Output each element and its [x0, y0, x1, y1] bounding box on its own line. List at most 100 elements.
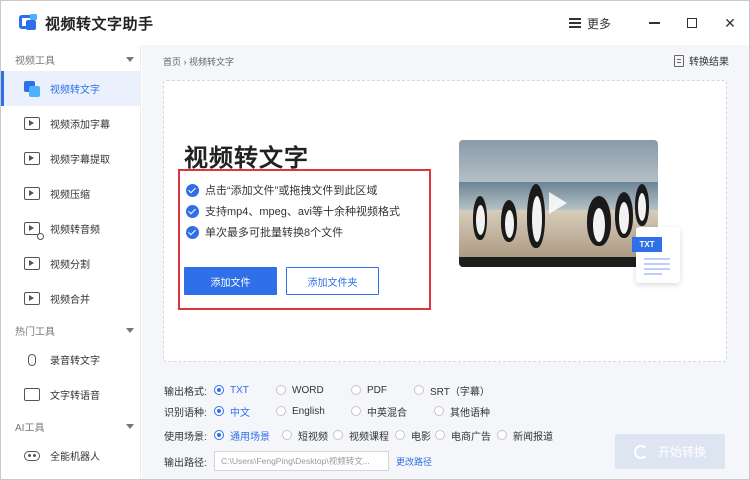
sidebar-item-add-subtitles[interactable]: 视频添加字幕: [1, 106, 140, 141]
app-logo-icon: [19, 14, 37, 32]
video-to-audio-icon: [23, 221, 44, 240]
option-text: PDF: [367, 384, 387, 396]
sidebar-item-split[interactable]: 视频分割: [1, 246, 140, 281]
sidebar-group-label: 热门工具: [15, 326, 55, 338]
microphone-icon-shape: [28, 353, 36, 366]
maximize-button[interactable]: [673, 1, 711, 45]
merge-icon-frame: [24, 292, 40, 305]
collapse-triangle-icon: [126, 423, 134, 429]
option-text: English: [292, 405, 325, 417]
sidebar-item-audio-to-text[interactable]: 录音转文字: [1, 342, 140, 377]
conversion-results-link[interactable]: 转换结果: [674, 53, 729, 68]
option-text: 通用场景: [230, 431, 270, 443]
collapse-triangle-icon: [126, 56, 134, 62]
option-text: 短视频: [298, 431, 328, 443]
language-option-english[interactable]: English: [276, 406, 351, 417]
format-option-srt[interactable]: SRT（字幕）: [414, 383, 490, 398]
robot-icon-shape: [24, 450, 40, 461]
sidebar-item-label: 文字转语音: [50, 391, 100, 402]
add-subtitles-icon-frame: [24, 117, 40, 130]
sidebar-item-label: 视频字幕提取: [50, 155, 110, 166]
output-path-label: 输出路径:: [164, 457, 207, 469]
format-option-txt[interactable]: TXT: [214, 385, 276, 396]
text-to-speech-icon-frame: [24, 388, 40, 401]
title-bar: 视频转文字助手 更多 ✕: [1, 1, 749, 45]
sidebar-group-label: 视频工具: [15, 55, 55, 67]
main-panel: 首页 › 视频转文字 转换结果 视频转文字 点击“添加文件”或拖拽文件到此区域 …: [142, 45, 749, 479]
sidebar-item-label: 录音转文字: [50, 356, 100, 367]
scene-label: 使用场景:: [164, 431, 207, 443]
sidebar-item-merge[interactable]: 视频合并: [1, 281, 140, 316]
txt-badge: TXT: [632, 237, 662, 252]
scene-option-general[interactable]: 通用场景: [214, 428, 282, 443]
feature-text: 点击“添加文件”或拖拽文件到此区域: [205, 185, 378, 197]
sidebar-item-text-to-speech[interactable]: 文字转语音: [1, 377, 140, 412]
breadcrumb: 首页 › 视频转文字: [163, 57, 234, 67]
merge-icon: [23, 291, 41, 307]
sidebar-group-label: AI工具: [15, 422, 45, 434]
option-text: 视频课程: [349, 431, 389, 443]
feature-item: 单次最多可批量转换8个文件: [186, 224, 343, 240]
language-option-chinese[interactable]: 中文: [214, 404, 276, 419]
compress-icon: [23, 186, 41, 202]
format-option-word[interactable]: WORD: [276, 385, 351, 396]
minimize-button[interactable]: [635, 1, 673, 45]
output-path-input[interactable]: C:\Users\FengPing\Desktop\视频转文...: [214, 451, 389, 471]
option-text: 其他语种: [450, 407, 490, 419]
more-menu-button[interactable]: 更多: [568, 15, 611, 32]
language-row: 识别语种: 中文 English 中英混合 其他语种: [164, 402, 490, 420]
sidebar-item-video-to-text[interactable]: 视频转文字: [1, 71, 140, 106]
scene-option-course[interactable]: 视频课程: [333, 428, 395, 443]
feature-item: 点击“添加文件”或拖拽文件到此区域: [186, 182, 377, 198]
option-text: 新闻报道: [513, 431, 553, 443]
sidebar: 视频工具 视频转文字 视频添加字幕 视频字幕提取 视频压缩 视频转音频 视频分割…: [1, 45, 141, 479]
language-option-mixed[interactable]: 中英混合: [351, 404, 434, 419]
option-text: SRT（字幕）: [430, 386, 490, 398]
sidebar-item-label: 全能机器人: [50, 452, 100, 463]
check-circle-icon: [186, 225, 199, 239]
scene-option-movie[interactable]: 电影: [395, 428, 435, 443]
add-file-button[interactable]: 添加文件: [184, 267, 277, 295]
sidebar-item-robot[interactable]: 全能机器人: [1, 438, 140, 473]
sidebar-item-compress[interactable]: 视频压缩: [1, 176, 140, 211]
scene-option-news[interactable]: 新闻报道: [497, 428, 553, 443]
sidebar-item-video-to-audio[interactable]: 视频转音频: [1, 211, 140, 246]
option-text: 电商广告: [451, 431, 491, 443]
file-drop-zone[interactable]: 视频转文字 点击“添加文件”或拖拽文件到此区域 支持mp4、mpeg、avi等十…: [163, 80, 727, 362]
sidebar-item-label: 视频合并: [50, 295, 90, 306]
sidebar-group-video-tools[interactable]: 视频工具: [1, 47, 140, 71]
sidebar-item-label: 视频转文字: [50, 85, 100, 96]
sidebar-group-hot-tools[interactable]: 热门工具: [1, 318, 140, 342]
minimize-icon: [648, 22, 660, 24]
txt-file-icon: TXT: [632, 227, 680, 283]
add-folder-button[interactable]: 添加文件夹: [286, 267, 379, 295]
sidebar-item-label: 视频转音频: [50, 225, 100, 236]
option-text: 电影: [411, 431, 431, 443]
scene-row: 使用场景: 通用场景 短视频 视频课程 电影 电商广告 新闻报道: [164, 426, 553, 444]
microphone-icon: [23, 352, 41, 368]
play-icon: [549, 192, 567, 214]
format-option-pdf[interactable]: PDF: [351, 385, 414, 396]
check-circle-icon: [186, 183, 199, 197]
robot-icon: [23, 448, 41, 464]
maximize-icon: [687, 18, 697, 28]
sidebar-item-label: 视频压缩: [50, 190, 90, 201]
option-text: 中文: [230, 407, 250, 419]
language-option-other[interactable]: 其他语种: [434, 404, 490, 419]
start-convert-button[interactable]: 开始转换: [615, 434, 725, 469]
app-title: 视频转文字助手: [45, 15, 154, 33]
close-button[interactable]: ✕: [711, 1, 749, 45]
add-subtitles-icon: [23, 116, 41, 132]
sidebar-item-extract-subtitles[interactable]: 视频字幕提取: [1, 141, 140, 176]
scene-option-ecommerce[interactable]: 电商广告: [435, 428, 497, 443]
video-to-text-icon: [23, 80, 41, 97]
feature-text: 单次最多可批量转换8个文件: [205, 227, 344, 239]
video-to-text-icon-shape: [24, 80, 40, 97]
start-convert-label: 开始转换: [657, 445, 706, 459]
extract-subtitles-icon-frame: [24, 152, 40, 165]
scene-option-short-video[interactable]: 短视频: [282, 428, 333, 443]
more-menu-label: 更多: [586, 16, 611, 31]
conversion-results-label: 转换结果: [689, 57, 729, 68]
sidebar-group-ai-tools[interactable]: AI工具: [1, 414, 140, 438]
change-path-link[interactable]: 更改路径: [396, 455, 432, 468]
